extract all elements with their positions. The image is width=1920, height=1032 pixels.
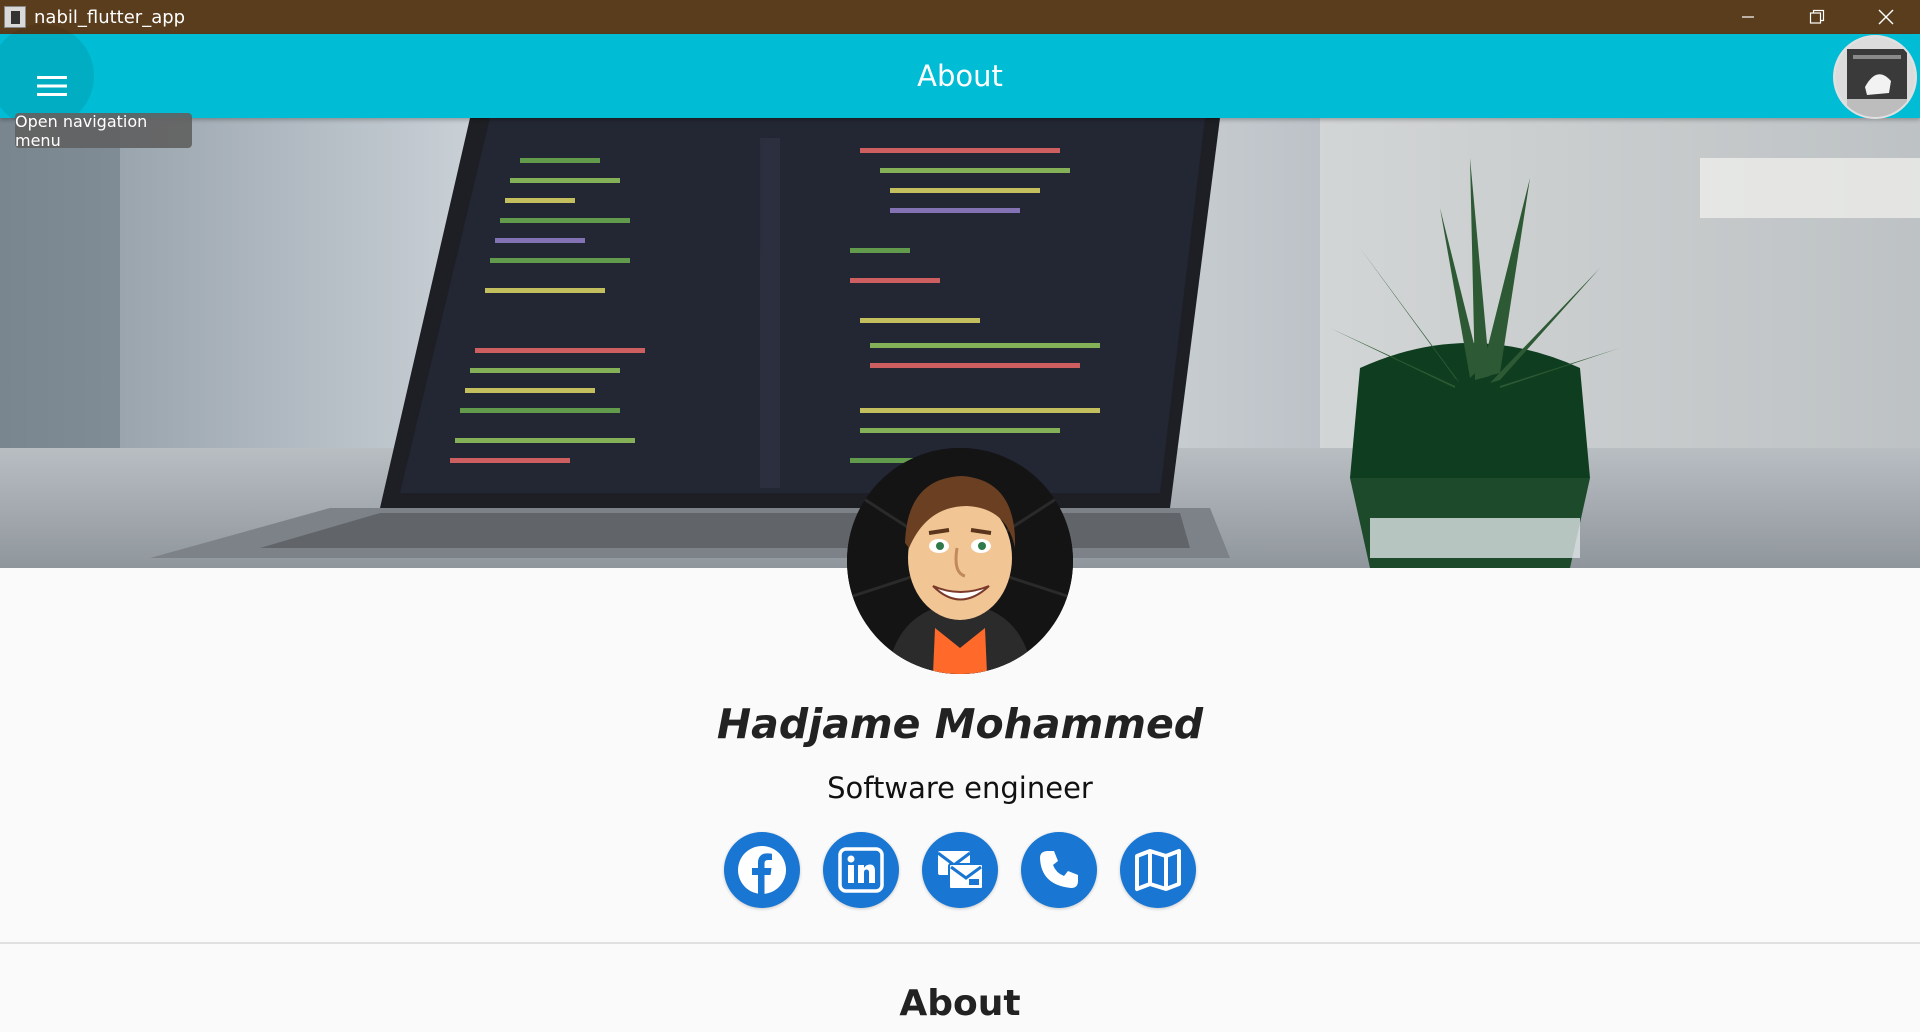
email-button[interactable] [922, 832, 998, 908]
app-icon [4, 6, 26, 28]
map-icon [1135, 849, 1181, 891]
profile-role: Software engineer [827, 771, 1093, 805]
profile-name: Hadjame Mohammed [716, 700, 1204, 748]
avatar-image [1835, 37, 1915, 117]
phone-button[interactable] [1021, 832, 1097, 908]
linkedin-icon [838, 847, 884, 893]
close-button[interactable] [1851, 0, 1920, 34]
mail-icon [937, 851, 984, 890]
restore-button[interactable] [1782, 0, 1851, 34]
window-title: nabil_flutter_app [34, 6, 186, 28]
map-button[interactable] [1120, 832, 1196, 908]
facebook-button[interactable] [724, 832, 800, 908]
facebook-icon [738, 846, 786, 894]
restore-icon [1809, 9, 1824, 24]
profile-avatar [847, 448, 1073, 674]
minimize-icon [1741, 16, 1754, 18]
window-titlebar: nabil_flutter_app [0, 0, 1920, 34]
close-icon [1878, 9, 1893, 25]
user-avatar[interactable] [1833, 35, 1917, 119]
about-section-title: About [899, 983, 1021, 1024]
social-links [724, 832, 1196, 908]
app-bar: About [0, 24, 1920, 128]
section-divider [0, 942, 1920, 944]
navigation-tooltip: Open navigation menu [15, 112, 192, 150]
minimize-button[interactable] [1713, 0, 1782, 34]
page-title: About [917, 59, 1003, 93]
linkedin-button[interactable] [823, 832, 899, 908]
window-controls [1713, 0, 1920, 34]
phone-icon [1040, 851, 1078, 888]
avatar-illustration [847, 448, 1073, 674]
